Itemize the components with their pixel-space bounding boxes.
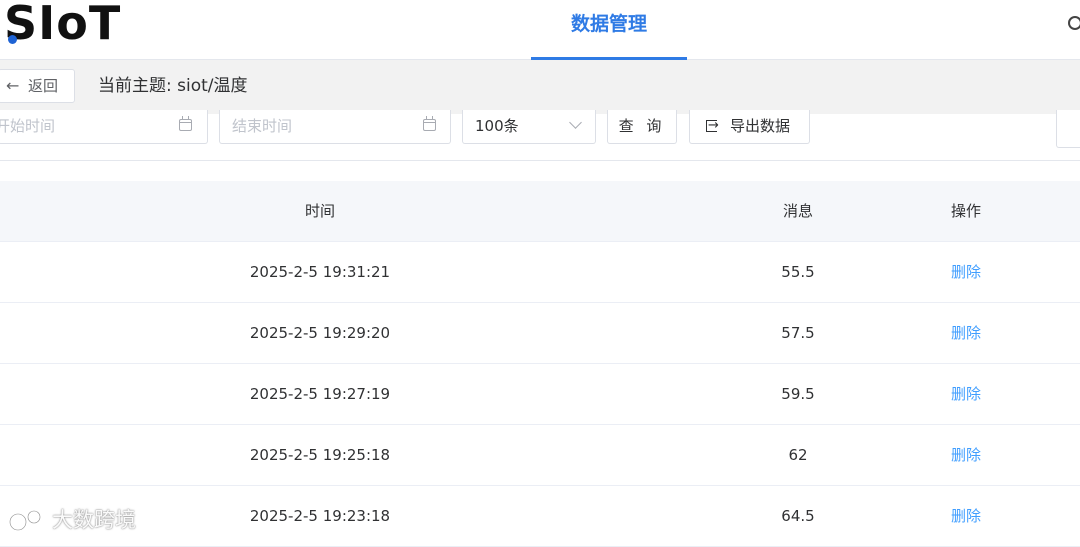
column-header-time: 时间: [304, 202, 335, 220]
row-time: 2025-2-5 19:31:21: [249, 263, 391, 281]
query-button[interactable]: 查 询: [607, 110, 677, 144]
table-row: 2025-2-5 19:27:19 59.5 删除: [0, 364, 1080, 425]
table-row: 2025-2-5 19:23:18 64.5 删除: [0, 486, 1080, 547]
limit-select[interactable]: 100条: [462, 110, 596, 144]
chevron-down-icon: [569, 116, 582, 129]
table-header: 时间 消息 操作: [0, 181, 1080, 242]
start-time-picker[interactable]: 开始时间: [0, 110, 208, 144]
calendar-icon: [179, 116, 192, 131]
delete-link[interactable]: 删除: [951, 507, 981, 525]
row-action-cell: 删除: [886, 486, 1046, 546]
table-row: 2025-2-5 19:31:21 55.5 删除: [0, 242, 1080, 303]
app-header: SIoT 数据管理: [0, 0, 1080, 60]
watermark-text: 大数跨境: [52, 508, 136, 532]
table-row: 2025-2-5 19:25:18 62 删除: [0, 425, 1080, 486]
back-button-label: 返回: [28, 77, 59, 95]
row-time: 2025-2-5 19:29:20: [249, 324, 391, 342]
export-data-label: 导出数据: [730, 117, 791, 135]
limit-select-value: 100条: [475, 117, 519, 135]
data-table: 时间 消息 操作 2025-2-5 19:31:21 55.5 删除 2025-…: [0, 181, 1080, 547]
delete-link[interactable]: 删除: [951, 324, 981, 342]
filter-bar: 开始时间 结束时间 100条 查 询 → 导出数据: [0, 110, 1080, 161]
end-time-placeholder: 结束时间: [232, 117, 293, 135]
delete-link[interactable]: 删除: [951, 446, 981, 464]
export-data-button[interactable]: → 导出数据: [689, 110, 810, 144]
column-header-message: 消息: [782, 202, 813, 220]
current-topic: 当前主题: siot/温度: [98, 76, 248, 96]
delete-link[interactable]: 删除: [951, 385, 981, 403]
search-icon[interactable]: [1068, 16, 1080, 30]
nav-tab-data-management[interactable]: 数据管理: [531, 0, 687, 60]
row-action-cell: 删除: [886, 364, 1046, 424]
row-action-cell: 删除: [886, 303, 1046, 363]
row-message: 57.5: [781, 324, 815, 342]
start-time-placeholder: 开始时间: [0, 117, 56, 135]
end-time-picker[interactable]: 结束时间: [219, 110, 451, 144]
row-message: 64.5: [781, 507, 815, 525]
app-logo[interactable]: SIoT: [4, 0, 121, 48]
row-time: 2025-2-5 19:27:19: [249, 385, 391, 403]
delete-link[interactable]: 删除: [951, 263, 981, 281]
row-action-cell: 删除: [886, 425, 1046, 485]
watermark-logo-icon: [8, 509, 42, 532]
row-message: 55.5: [781, 263, 815, 281]
column-header-action: 操作: [950, 202, 981, 220]
row-time: 2025-2-5 19:25:18: [249, 446, 391, 464]
row-action-cell: 删除: [886, 242, 1046, 302]
topic-bar: ← 返回 当前主题: siot/温度: [0, 60, 1080, 114]
table-row: 2025-2-5 19:29:20 57.5 删除: [0, 303, 1080, 364]
row-message: 59.5: [781, 385, 815, 403]
row-message: 62: [788, 446, 808, 464]
more-button[interactable]: [1056, 110, 1080, 148]
back-button[interactable]: ← 返回: [0, 69, 75, 103]
arrow-left-icon: ←: [6, 76, 20, 95]
logo-dot: [8, 35, 17, 44]
export-arrow-icon: →: [708, 118, 719, 133]
calendar-icon: [423, 116, 436, 131]
